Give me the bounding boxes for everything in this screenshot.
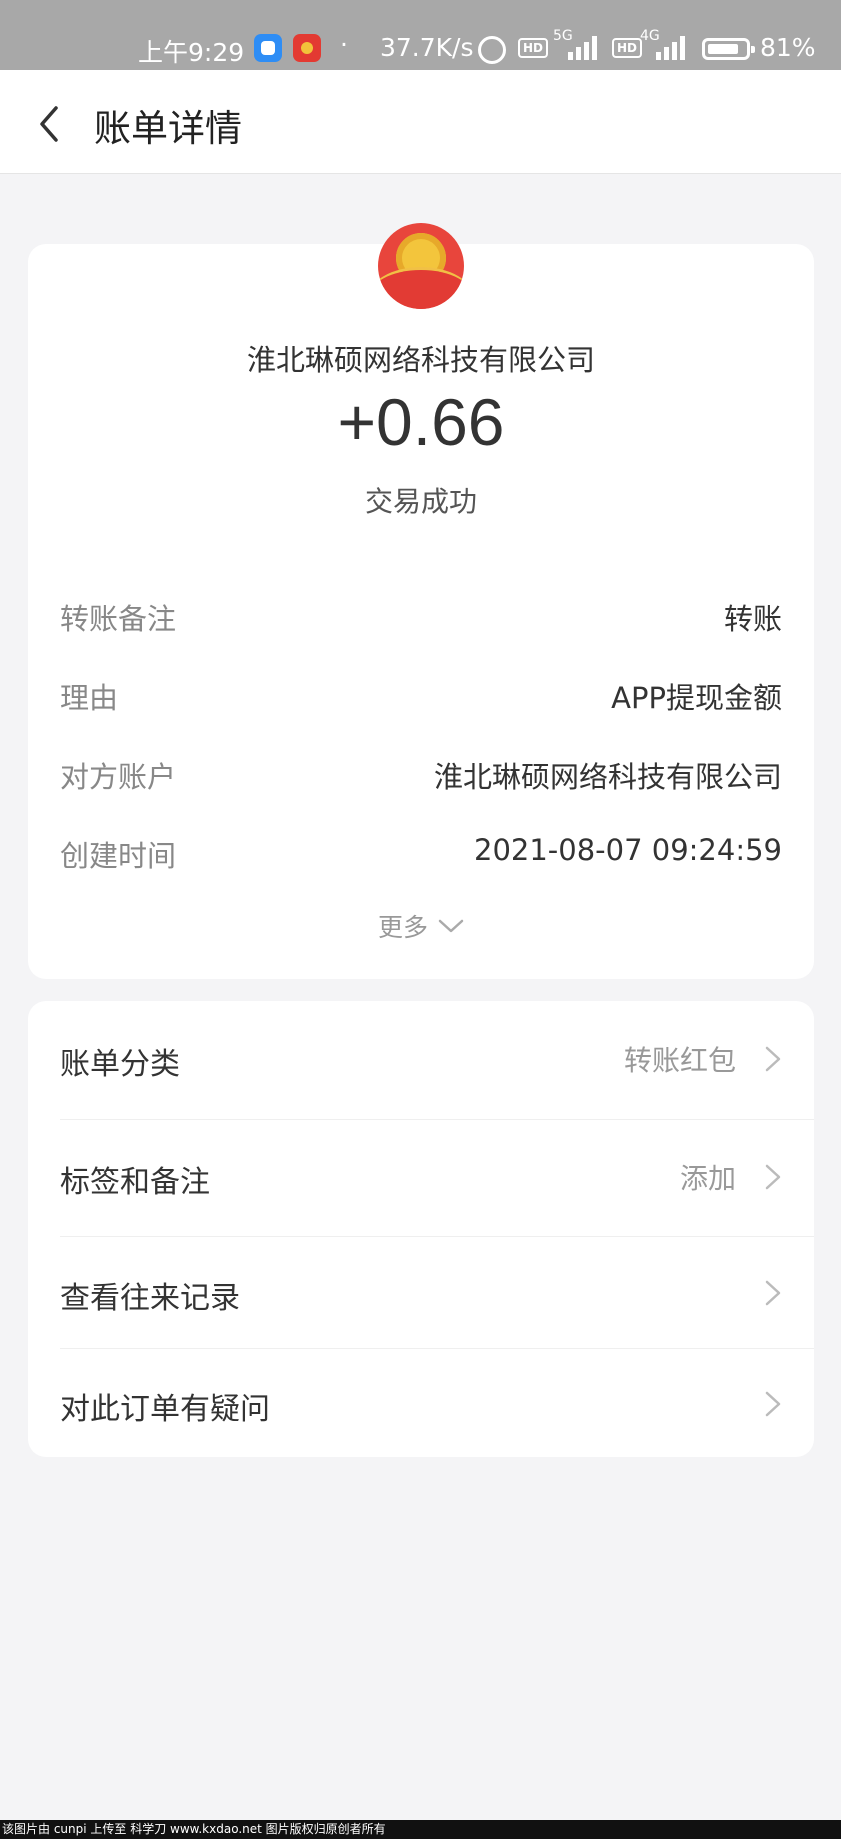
menu-item-label: 标签和备注 [60, 1165, 210, 1200]
detail-value: APP提现金额 [611, 681, 782, 715]
menu-item-value: 转账红包 [623, 1044, 736, 1077]
detail-value: 淮北琳硕网络科技有限公司 [433, 760, 782, 794]
status-time: 上午9:29 [138, 38, 245, 67]
divider [60, 1348, 814, 1349]
chevron-down-icon [438, 919, 464, 933]
chevron-right-icon [765, 1046, 781, 1072]
menu-item-label: 对此订单有疑问 [60, 1392, 270, 1427]
chevron-right-icon [765, 1391, 781, 1417]
chevron-right-icon [765, 1280, 781, 1306]
watermark: 该图片由 cunpi 上传至 科学刀 www.kxdao.net 图片版权归原创… [0, 1820, 841, 1839]
red-packet-icon [378, 267, 464, 309]
menu-item-bill-category[interactable]: 账单分类 转账红包 [60, 1039, 782, 1083]
bill-summary-card: 淮北琳硕网络科技有限公司 +0.66 交易成功 转账备注 转账 理由 APP提现… [28, 223, 814, 979]
menu-item-value: 添加 [679, 1162, 736, 1195]
battery-icon [702, 38, 755, 60]
red-packet-notification-icon [293, 34, 321, 62]
back-arrow-icon[interactable] [36, 104, 76, 144]
detail-label: 理由 [60, 681, 119, 715]
bill-actions-card: 账单分类 转账红包 标签和备注 添加 查看往来记录 对此订单有疑问 [28, 1001, 814, 1457]
detail-row-created-time: 创建时间 2021-08-07 09:24:59 [60, 833, 782, 873]
detail-row-reason: 理由 APP提现金额 [60, 675, 782, 715]
menu-item-order-question[interactable]: 对此订单有疑问 [60, 1384, 782, 1428]
detail-value: 2021-08-07 09:24:59 [474, 833, 782, 867]
status-dot: · [340, 30, 348, 59]
status-bar: 上午9:29 · 37.7K/s HD 5G HD 4G 81% [0, 0, 841, 70]
more-label: 更多 [377, 913, 428, 942]
more-toggle[interactable]: 更多 [28, 908, 814, 944]
chevron-right-icon [765, 1164, 781, 1190]
signal-icon-2 [654, 34, 688, 60]
detail-label: 转账备注 [60, 602, 177, 636]
divider [60, 1119, 814, 1120]
hd-badge-2: HD [612, 38, 643, 58]
page-title: 账单详情 [94, 107, 242, 150]
detail-row-remark: 转账备注 转账 [60, 596, 782, 636]
menu-item-transaction-history[interactable]: 查看往来记录 [60, 1273, 782, 1317]
hd-badge-1: HD [518, 38, 549, 58]
network-speed: 37.7K/s [380, 33, 474, 62]
menu-item-label: 账单分类 [60, 1047, 180, 1082]
signal-icon-1 [566, 34, 600, 60]
merchant-name: 淮北琳硕网络科技有限公司 [246, 343, 595, 377]
app-notification-icon [254, 34, 282, 62]
detail-label: 对方账户 [60, 760, 177, 794]
menu-item-label: 查看往来记录 [60, 1281, 240, 1316]
divider [60, 1236, 814, 1237]
battery-percent: 81% [760, 33, 816, 62]
detail-row-account: 对方账户 淮北琳硕网络科技有限公司 [60, 754, 782, 794]
nav-bar: 账单详情 [0, 70, 841, 174]
merchant-avatar [378, 223, 464, 309]
alarm-icon [478, 36, 506, 64]
detail-label: 创建时间 [60, 839, 177, 873]
transaction-amount: +0.66 [337, 385, 505, 459]
menu-item-tags-notes[interactable]: 标签和备注 添加 [60, 1157, 782, 1201]
detail-value: 转账 [723, 602, 782, 636]
transaction-status: 交易成功 [364, 485, 477, 518]
